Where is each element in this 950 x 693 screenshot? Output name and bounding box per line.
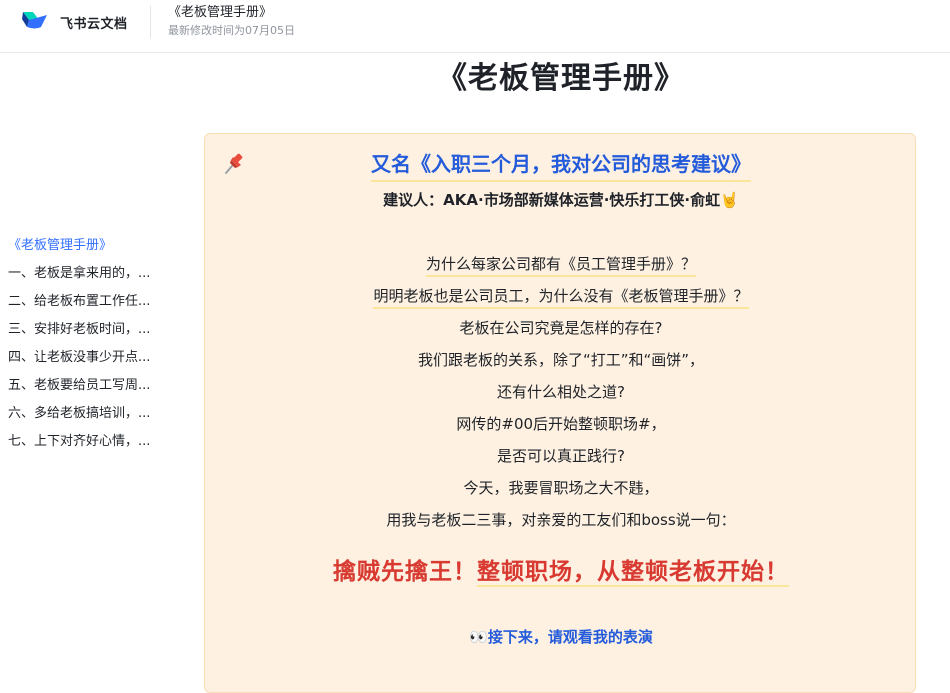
brand-name: 飞书云文档 xyxy=(60,16,128,32)
header-doc-title[interactable]: 《老板管理手册》 xyxy=(168,4,295,21)
outline-item-1[interactable]: 一、老板是拿来用的，... xyxy=(0,260,170,288)
intro-line: 是否可以真正践行? xyxy=(497,447,625,465)
intro-line: 还有什么相处之道? xyxy=(497,383,625,401)
callout-block: 又名《入职三个月，我对公司的思考建议》 建议人：AKA·市场部新媒体运营·快乐打… xyxy=(204,133,916,693)
outline-item-3[interactable]: 三、安排好老板时间，... xyxy=(0,316,170,344)
rock-hand-icon: 🤘 xyxy=(720,191,739,209)
outline-item-4[interactable]: 四、让老板没事少开点... xyxy=(0,344,170,372)
proposer-line: 建议人：AKA·市场部新媒体运营·快乐打工侠·俞虹🤘 xyxy=(205,188,917,212)
outline-item-title[interactable]: 《老板管理手册》 xyxy=(0,232,170,260)
callout-content: 又名《入职三个月，我对公司的思考建议》 建议人：AKA·市场部新媒体运营·快乐打… xyxy=(205,148,917,650)
intro-line-text: 明明老板也是公司员工，为什么没有《老板管理手册》？ xyxy=(373,287,749,309)
outline-item-6[interactable]: 六、多给老板搞培训，... xyxy=(0,400,170,428)
intro-lines: 为什么每家公司都有《员工管理手册》？ 明明老板也是公司员工，为什么没有《老板管理… xyxy=(205,248,917,536)
callout-subtitle: 又名《入职三个月，我对公司的思考建议》 xyxy=(371,148,751,182)
last-modified: 最新修改时间为07月05日 xyxy=(168,24,295,37)
doc-meta: 《老板管理手册》 最新修改时间为07月05日 xyxy=(168,4,295,39)
header-divider xyxy=(150,6,151,38)
next-line: 👀接下来，请观看我的表演 xyxy=(205,624,917,650)
slogan: 擒贼先擒王！整顿职场，从整顿老板开始！ xyxy=(205,554,917,590)
intro-line: 老板在公司究竟是怎样的存在? xyxy=(459,319,663,337)
proposer-text: 建议人：AKA·市场部新媒体运营·快乐打工侠·俞虹 xyxy=(383,191,721,209)
outline-sidebar: 《老板管理手册》 一、老板是拿来用的，... 二、给老板布置工作任... 三、安… xyxy=(0,232,190,456)
intro-line-text: 为什么每家公司都有《员工管理手册》？ xyxy=(425,255,696,277)
slogan-part-1: 擒贼先擒王！ xyxy=(333,559,477,585)
top-bar: 飞书云文档 《老板管理手册》 最新修改时间为07月05日 xyxy=(0,0,950,53)
intro-line: 网传的#00后开始整顿职场#， xyxy=(456,415,666,433)
next-text: 接下来，请观看我的表演 xyxy=(487,628,653,646)
outline-item-7[interactable]: 七、上下对齐好心情，... xyxy=(0,428,170,456)
eyes-icon: 👀 xyxy=(469,628,488,646)
intro-line: 明明老板也是公司员工，为什么没有《老板管理手册》？ xyxy=(205,280,917,312)
outline-item-5[interactable]: 五、老板要给员工写周... xyxy=(0,372,170,400)
page-title: 《老板管理手册》 xyxy=(437,61,685,96)
intro-line: 用我与老板二三事，对亲爱的工友们和boss说一句： xyxy=(386,511,736,529)
brand[interactable]: 飞书云文档 xyxy=(20,8,128,36)
intro-line: 为什么每家公司都有《员工管理手册》？ xyxy=(205,248,917,280)
intro-line: 我们跟老板的关系，除了“打工”和“画饼”， xyxy=(417,351,705,369)
slogan-part-2: 整顿职场，从整顿老板开始！ xyxy=(477,559,789,587)
feishu-logo-icon xyxy=(20,8,50,36)
intro-line: 今天，我要冒职场之大不韪， xyxy=(463,479,659,497)
outline-item-2[interactable]: 二、给老板布置工作任... xyxy=(0,288,170,316)
